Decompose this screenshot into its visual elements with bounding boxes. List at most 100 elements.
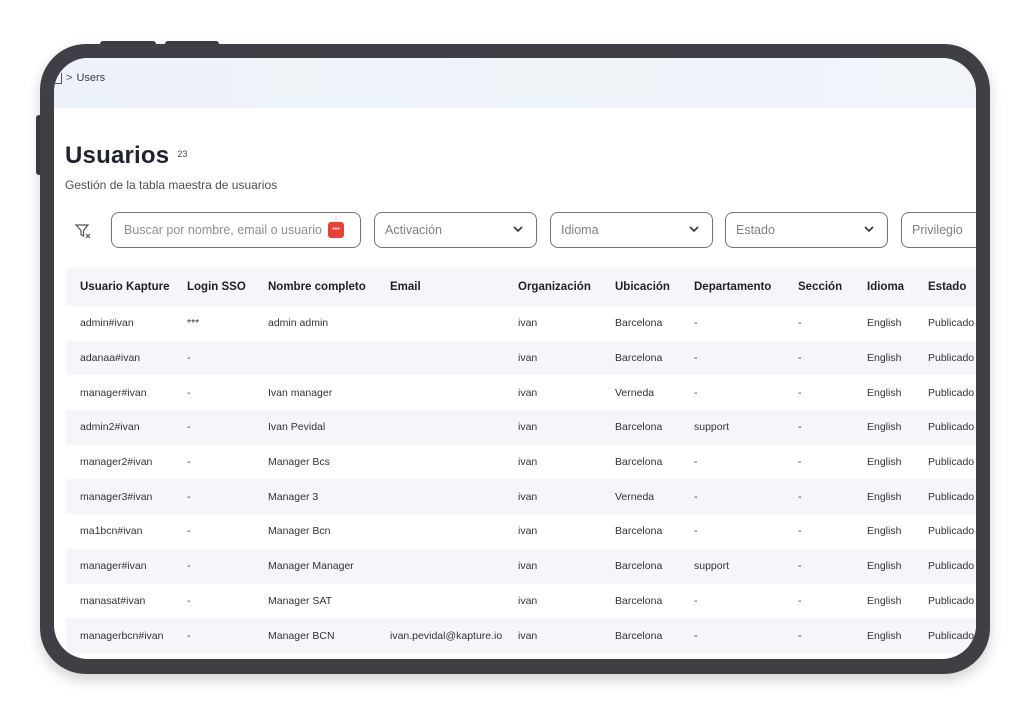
column-header[interactable]: Estado [914,268,976,306]
cell-username: managerbcn#ivan [80,629,164,642]
chevron-down-icon [513,226,523,233]
cell-organization: ivan [518,525,538,538]
app-screen: > Users Usuarios 23 Gestión de la tabla … [54,58,976,659]
privilege-select[interactable]: Privilegio [901,212,976,248]
breadcrumb: > Users [54,72,105,84]
status-select-label: Estado [736,223,775,237]
table-row[interactable]: manager2#ivan - Manager Bcs ivan Barcelona - -… [66,445,976,480]
cell-location: Barcelona [615,421,663,434]
cell-status: Publicado [928,490,975,503]
activation-select-label: Activación [385,223,442,237]
filter-bar: ••• Activación Idioma Estado Privilegio [54,212,976,250]
table-row[interactable]: manasat#ivan - Manager SAT ivan Barcelona - - E… [66,584,976,619]
cell-section: - [798,456,802,469]
cell-username: manasat#ivan [80,594,146,607]
cell-location: Barcelona [615,352,663,365]
cell-status: Publicado [928,594,975,607]
cell-username: adanaa#ivan [80,352,141,365]
search-box[interactable]: ••• [111,212,361,248]
cell-status: Publicado [928,317,975,330]
table-row[interactable]: admin2#ivan - Ivan Pevidal ivan Barcelona sup… [66,410,976,445]
status-select[interactable]: Estado [725,212,888,248]
column-header[interactable]: Idioma [853,268,914,306]
cell-section: - [798,421,802,434]
cell-department: - [694,456,698,469]
cell-language: English [867,560,902,573]
chevron-down-icon [689,226,699,233]
column-header[interactable]: Organización [504,268,601,306]
cell-department: - [694,594,698,607]
column-header[interactable]: Login SSO [173,268,254,306]
top-bar: > Users [54,58,976,108]
cell-full-name: Manager Bcs [268,456,330,469]
cell-section: - [798,490,802,503]
cell-login-sso: - [187,594,191,607]
cell-department: - [694,525,698,538]
cell-language: English [867,456,902,469]
cell-username: admin#ivan [80,317,134,330]
cell-section: - [798,317,802,330]
cell-login-sso: - [187,525,191,538]
page-header: Usuarios 23 [65,142,187,170]
cell-full-name: Manager BCN [268,629,335,642]
cell-status: Publicado [928,525,975,538]
cell-organization: ivan [518,560,538,573]
cell-username: manager#ivan [80,560,147,573]
page-title: Usuarios [65,142,170,169]
table-row[interactable]: manager#ivan - Ivan manager ivan Verneda - - En… [66,375,976,410]
users-table: Usuario Kapture Login SSO Nombre complet… [66,268,976,653]
column-header[interactable]: Ubicación [601,268,680,306]
cell-language: English [867,421,902,434]
table-row[interactable]: ma1bcn#ivan - Manager Bcn ivan Barcelona - - En… [66,514,976,549]
table-row[interactable]: managerbcn#ivan - Manager BCN ivan.pevidal@… [66,618,976,653]
table-header-row: Usuario Kapture Login SSO Nombre complet… [66,268,976,306]
breadcrumb-separator: > [66,72,73,84]
privilege-select-label: Privilegio [912,223,963,237]
language-select[interactable]: Idioma [550,212,713,248]
home-icon[interactable] [54,72,62,84]
cell-department: - [694,490,698,503]
cell-username: admin2#ivan [80,421,140,434]
cell-location: Verneda [615,490,655,503]
column-header[interactable]: Usuario Kapture [66,268,173,306]
clear-filter-icon[interactable] [74,222,92,240]
cell-organization: ivan [518,456,538,469]
cell-status: Publicado [928,456,975,469]
cell-location: Barcelona [615,560,663,573]
cell-username: manager3#ivan [80,490,153,503]
cell-email [376,479,504,514]
cell-status: Publicado [928,421,975,434]
cell-department: - [694,629,698,642]
column-header[interactable]: Nombre completo [254,268,376,306]
cell-email [376,375,504,410]
cell-full-name: Manager 3 [268,490,319,503]
cell-full-name: Manager Manager [268,560,354,573]
cell-organization: ivan [518,629,538,642]
cell-login-sso: - [187,386,191,399]
cell-section: - [798,525,802,538]
table-row[interactable]: manager3#ivan - Manager 3 ivan Verneda - - Engl… [66,479,976,515]
cell-language: English [867,525,902,538]
cell-language: English [867,594,902,607]
cell-login-sso: - [187,490,191,503]
cell-location: Barcelona [615,525,663,538]
cell-organization: ivan [518,386,538,399]
cell-language: English [867,386,902,399]
table-row[interactable]: manager#ivan - Manager Manager ivan Barcelon… [66,548,976,584]
cell-language: English [867,352,902,365]
activation-select[interactable]: Activación [374,212,537,248]
cell-status: Publicado [928,560,975,573]
column-header[interactable]: Departamento [680,268,784,306]
table-row[interactable]: adanaa#ivan - ivan Barcelona - - English Public… [66,340,976,376]
column-header[interactable]: Sección [784,268,853,306]
cell-section: - [798,594,802,607]
cell-email [376,549,504,584]
cell-login-sso: - [187,560,191,573]
cell-language: English [867,317,902,330]
cell-login-sso: - [187,456,191,469]
table-row[interactable]: admin#ivan *** admin admin ivan Barcelona - - E… [66,306,976,341]
search-input[interactable] [122,222,326,238]
cell-department: support [694,421,730,434]
cell-login-sso: *** [187,317,200,330]
column-header[interactable]: Email [376,268,504,306]
